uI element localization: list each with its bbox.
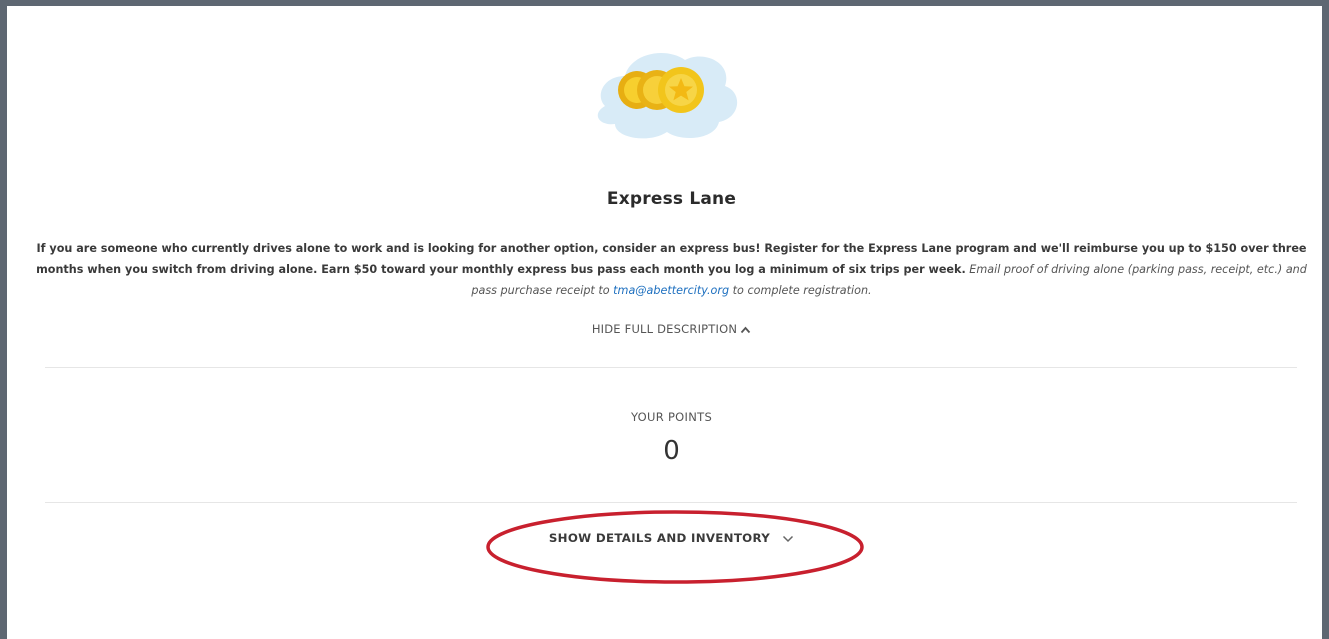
points-value: 0	[663, 436, 680, 466]
coins-illustration-icon	[597, 53, 738, 139]
screenshot-frame: Express Lane If you are someone who curr…	[0, 0, 1329, 639]
hide-description-button[interactable]: HIDE FULL DESCRIPTION	[7, 322, 1329, 337]
card-description: If you are someone who currently drives …	[27, 238, 1316, 301]
points-label: YOUR POINTS	[630, 410, 713, 424]
divider-top	[45, 367, 1297, 368]
highlight-ellipse	[486, 510, 864, 584]
email-link[interactable]: tma@abettercity.org	[613, 284, 729, 297]
description-instructions-end: to complete registration.	[732, 284, 872, 297]
chevron-up-icon	[740, 323, 751, 337]
hide-description-label: HIDE FULL DESCRIPTION	[591, 322, 738, 336]
divider-bottom	[45, 502, 1297, 503]
card-title: Express Lane	[606, 189, 737, 209]
